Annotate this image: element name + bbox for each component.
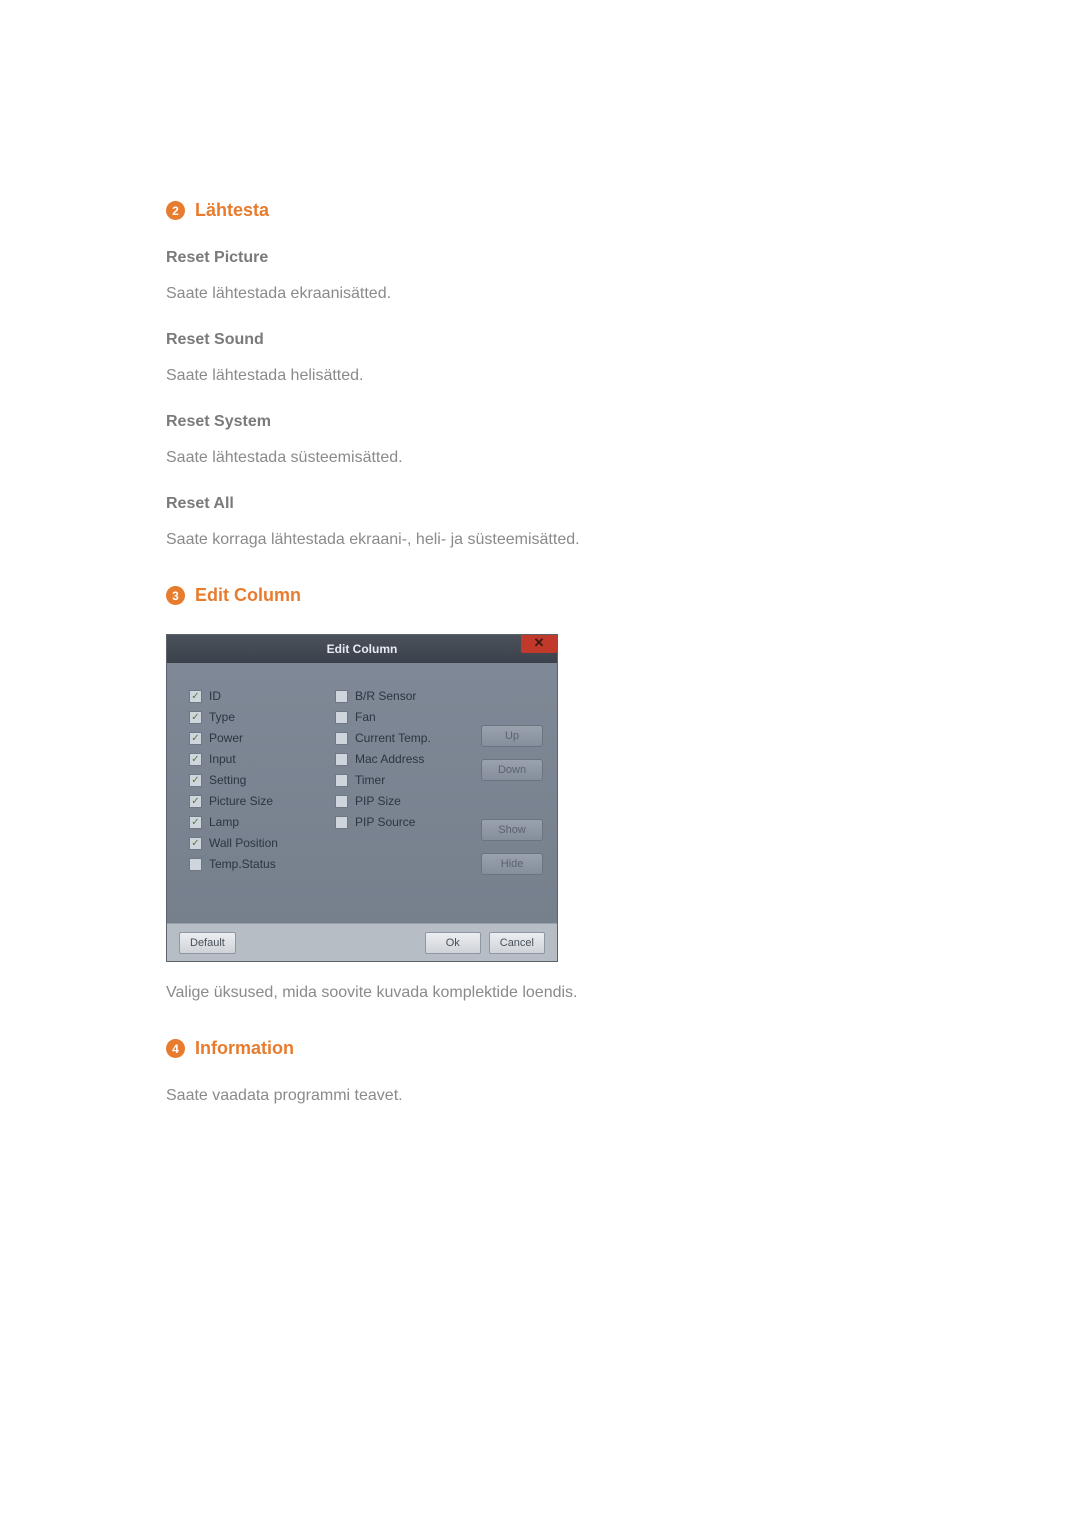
close-button[interactable]: ✕	[521, 635, 557, 653]
checkbox-icon[interactable]: ✓	[335, 711, 348, 724]
dialog-body: ✓ ID ✓ Type ✓ Power ✓ Input ✓ Setting ✓ Picture Siz…	[167, 663, 557, 923]
section-badge-2: 2	[166, 201, 185, 220]
column-list-left: ✓ ID ✓ Type ✓ Power ✓ Input ✓ Setting ✓ Picture Siz…	[189, 689, 335, 915]
checkbox-row[interactable]: ✓ Input	[189, 752, 335, 766]
checkbox-icon[interactable]: ✓	[335, 774, 348, 787]
checkbox-row[interactable]: ✓ Setting	[189, 773, 335, 787]
checkbox-row[interactable]: ✓ Current Temp.	[335, 731, 475, 745]
dialog-footer: Default Ok Cancel	[167, 923, 557, 961]
checkbox-row[interactable]: ✓ Wall Position	[189, 836, 335, 850]
reset-system-text: Saate lähtestada süsteemisätted.	[166, 449, 920, 467]
checkbox-row[interactable]: ✓ B/R Sensor	[335, 689, 475, 703]
dialog-titlebar: Edit Column ✕	[167, 635, 557, 663]
section-4-title: Information	[195, 1038, 294, 1059]
show-button[interactable]: Show	[481, 819, 543, 841]
section-3-header: 3 Edit Column	[166, 585, 920, 606]
checkbox-label: Type	[209, 710, 235, 724]
edit-column-caption: Valige üksused, mida soovite kuvada komp…	[166, 984, 920, 1002]
checkbox-icon[interactable]: ✓	[189, 690, 202, 703]
checkbox-label: ID	[209, 689, 221, 703]
section-badge-4: 4	[166, 1039, 185, 1058]
checkbox-label: B/R Sensor	[355, 689, 416, 703]
checkbox-label: Picture Size	[209, 794, 273, 808]
down-button[interactable]: Down	[481, 759, 543, 781]
checkbox-row[interactable]: ✓ Mac Address	[335, 752, 475, 766]
up-button[interactable]: Up	[481, 725, 543, 747]
dialog-title: Edit Column	[327, 642, 398, 656]
checkbox-label: Input	[209, 752, 236, 766]
checkbox-label: Timer	[355, 773, 385, 787]
checkbox-icon[interactable]: ✓	[189, 858, 202, 871]
checkbox-row[interactable]: ✓ Timer	[335, 773, 475, 787]
checkbox-icon[interactable]: ✓	[335, 753, 348, 766]
checkbox-label: Lamp	[209, 815, 239, 829]
column-list-right: ✓ B/R Sensor ✓ Fan ✓ Current Temp. ✓ Mac Addres…	[335, 689, 475, 915]
checkbox-row[interactable]: ✓ Picture Size	[189, 794, 335, 808]
default-button[interactable]: Default	[179, 932, 236, 954]
section-3-title: Edit Column	[195, 585, 301, 606]
checkbox-label: Temp.Status	[209, 857, 276, 871]
checkbox-row[interactable]: ✓ Fan	[335, 710, 475, 724]
hide-button[interactable]: Hide	[481, 853, 543, 875]
checkbox-icon[interactable]: ✓	[189, 795, 202, 808]
checkbox-row[interactable]: ✓ PIP Size	[335, 794, 475, 808]
reset-sound-text: Saate lähtestada helisätted.	[166, 367, 920, 385]
section-2-header: 2 Lähtesta	[166, 200, 920, 221]
checkbox-icon[interactable]: ✓	[335, 690, 348, 703]
cancel-button[interactable]: Cancel	[489, 932, 545, 954]
reset-all-heading: Reset All	[166, 495, 920, 513]
dialog-side-buttons: Up Down Show Hide	[481, 689, 543, 915]
checkbox-row[interactable]: ✓ Power	[189, 731, 335, 745]
checkbox-row[interactable]: ✓ Lamp	[189, 815, 335, 829]
checkbox-row[interactable]: ✓ Type	[189, 710, 335, 724]
checkbox-label: PIP Source	[355, 815, 415, 829]
checkbox-label: Current Temp.	[355, 731, 431, 745]
checkbox-label: Fan	[355, 710, 376, 724]
information-text: Saate vaadata programmi teavet.	[166, 1087, 920, 1105]
reset-picture-text: Saate lähtestada ekraanisätted.	[166, 285, 920, 303]
checkbox-row[interactable]: ✓ PIP Source	[335, 815, 475, 829]
checkbox-icon[interactable]: ✓	[189, 837, 202, 850]
checkbox-icon[interactable]: ✓	[335, 795, 348, 808]
checkbox-row[interactable]: ✓ ID	[189, 689, 335, 703]
checkbox-icon[interactable]: ✓	[189, 711, 202, 724]
reset-all-text: Saate korraga lähtestada ekraani-, heli-…	[166, 531, 920, 549]
ok-button[interactable]: Ok	[425, 932, 481, 954]
checkbox-label: Mac Address	[355, 752, 424, 766]
checkbox-icon[interactable]: ✓	[335, 816, 348, 829]
checkbox-icon[interactable]: ✓	[189, 732, 202, 745]
reset-picture-heading: Reset Picture	[166, 249, 920, 267]
checkbox-icon[interactable]: ✓	[189, 774, 202, 787]
checkbox-label: Setting	[209, 773, 246, 787]
page-content: 2 Lähtesta Reset Picture Saate lähtestad…	[0, 0, 1080, 1105]
checkbox-label: PIP Size	[355, 794, 401, 808]
checkbox-label: Wall Position	[209, 836, 278, 850]
checkbox-icon[interactable]: ✓	[335, 732, 348, 745]
section-2-title: Lähtesta	[195, 200, 269, 221]
section-4-header: 4 Information	[166, 1038, 920, 1059]
reset-system-heading: Reset System	[166, 413, 920, 431]
checkbox-row[interactable]: ✓ Temp.Status	[189, 857, 335, 871]
checkbox-icon[interactable]: ✓	[189, 816, 202, 829]
checkbox-icon[interactable]: ✓	[189, 753, 202, 766]
checkbox-label: Power	[209, 731, 243, 745]
section-badge-3: 3	[166, 586, 185, 605]
edit-column-dialog: Edit Column ✕ ✓ ID ✓ Type ✓ Power ✓ Input ✓ Setti…	[166, 634, 558, 962]
reset-sound-heading: Reset Sound	[166, 331, 920, 349]
